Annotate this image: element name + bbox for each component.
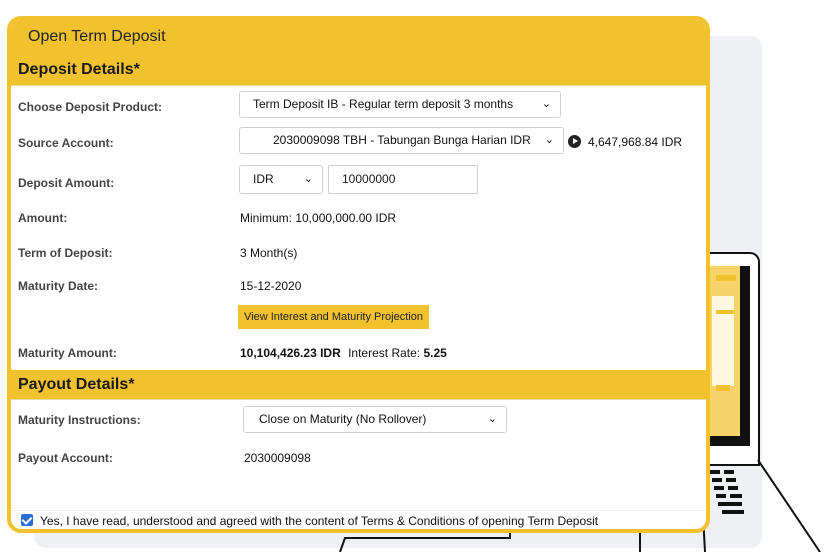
maturity-date-label: Maturity Date:: [18, 279, 99, 293]
chevron-down-icon: ⌄: [544, 134, 554, 146]
source-balance: 4,647,968.84 IDR: [588, 135, 683, 149]
source-account-select[interactable]: 2030009098 TBH - Tabungan Bunga Harian I…: [239, 127, 564, 154]
maturity-amount-line: 10,104,426.23 IDR Interest Rate: 5.25: [240, 346, 447, 360]
term-value: 3 Month(s): [240, 246, 298, 260]
currency-value: IDR: [253, 172, 274, 186]
maturity-instructions-select[interactable]: Close on Maturity (No Rollover) ⌄: [243, 406, 507, 433]
payout-account-label: Payout Account:: [18, 451, 113, 465]
term-label: Term of Deposit:: [18, 246, 113, 260]
deposit-product-select[interactable]: Term Deposit IB - Regular term deposit 3…: [239, 91, 561, 118]
maturity-instructions-label: Maturity Instructions:: [18, 413, 141, 427]
open-term-deposit-card: Open Term Deposit Deposit Details* Choos…: [7, 16, 710, 533]
terms-checkbox[interactable]: [21, 514, 33, 526]
divider: [11, 510, 706, 511]
chevron-down-icon: ⌄: [303, 173, 313, 185]
maturity-instructions-value: Close on Maturity (No Rollover): [259, 412, 427, 426]
deposit-product-value: Term Deposit IB - Regular term deposit 3…: [253, 97, 514, 111]
deposit-details-body: Choose Deposit Product: Term Deposit IB …: [11, 86, 706, 486]
currency-select[interactable]: IDR ⌄: [239, 165, 323, 194]
source-account-label: Source Account:: [18, 136, 114, 150]
chevron-down-icon: ⌄: [541, 98, 551, 110]
card-title: Open Term Deposit: [11, 20, 706, 55]
maturity-amount-label: Maturity Amount:: [18, 346, 117, 360]
maturity-date-value: 15-12-2020: [240, 279, 302, 293]
amount-label: Amount:: [18, 211, 68, 225]
chevron-down-icon: ⌄: [487, 413, 497, 425]
payout-account-value: 2030009098: [244, 451, 311, 465]
maturity-amount-value: 10,104,426.23 IDR: [240, 346, 341, 360]
interest-rate-value: 5.25: [423, 346, 447, 360]
minimum-amount: Minimum: 10,000,000.00 IDR: [240, 211, 397, 225]
deposit-amount-label: Deposit Amount:: [18, 176, 115, 190]
view-projection-button[interactable]: View Interest and Maturity Projection: [238, 305, 429, 329]
product-label: Choose Deposit Product:: [18, 100, 163, 114]
payout-details-heading: Payout Details*: [11, 370, 706, 400]
deposit-details-heading: Deposit Details*: [11, 55, 706, 86]
deposit-amount-input[interactable]: 10000000: [328, 165, 478, 194]
play-circle-icon[interactable]: [568, 135, 581, 148]
interest-rate-label: Interest Rate:: [348, 346, 421, 360]
source-account-value: 2030009098 TBH - Tabungan Bunga Harian I…: [273, 133, 531, 147]
terms-text: Yes, I have read, understood and agreed …: [40, 514, 599, 528]
